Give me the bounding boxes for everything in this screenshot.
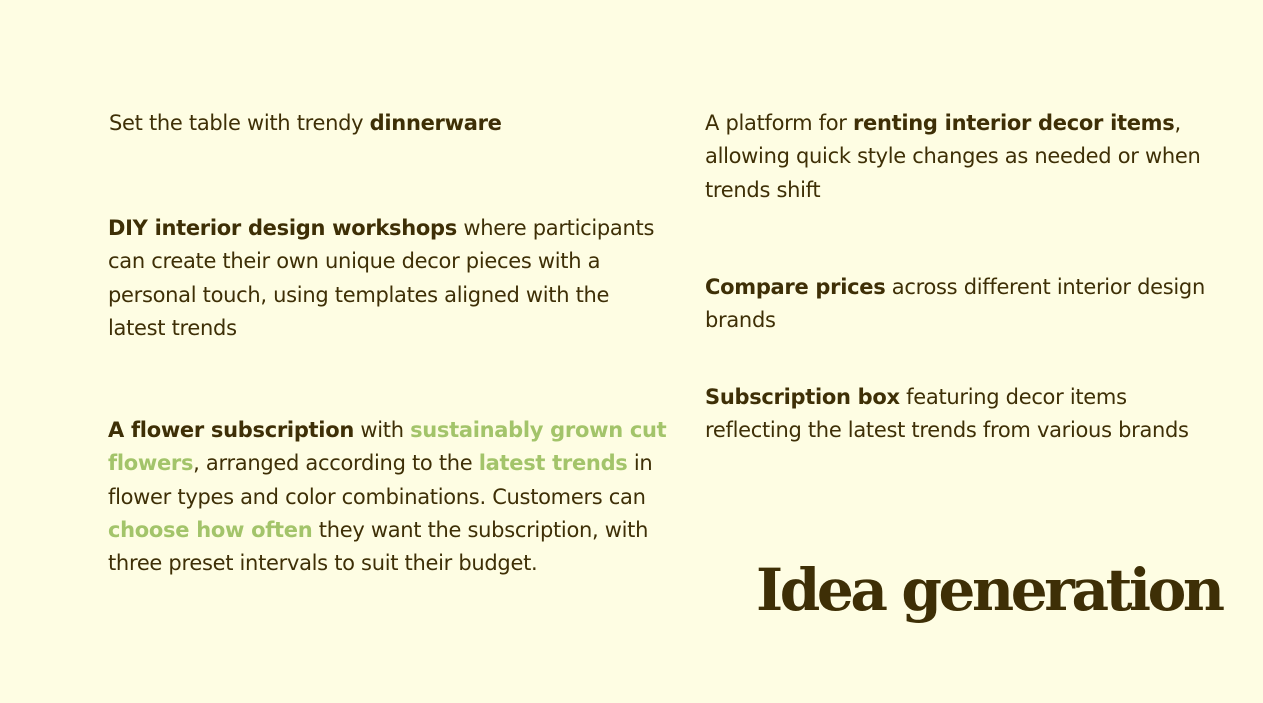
idea-flower-subscription: A flower subscription with sustainably g… (108, 418, 667, 576)
idea-subscription-box: Subscription box featuring decor items r… (705, 385, 1189, 443)
idea-diy-workshops: DIY interior design workshops where part… (108, 216, 655, 340)
idea-dinnerware: Set the table with trendy dinnerware (109, 111, 502, 135)
idea-compare-prices: Compare prices across different interior… (705, 275, 1205, 333)
idea-rental-platform: A platform for renting interior decor it… (705, 111, 1201, 202)
slide-title: Idea generation (756, 556, 1225, 624)
slide: { "slide": { "title": "Idea generation",… (0, 0, 1263, 703)
